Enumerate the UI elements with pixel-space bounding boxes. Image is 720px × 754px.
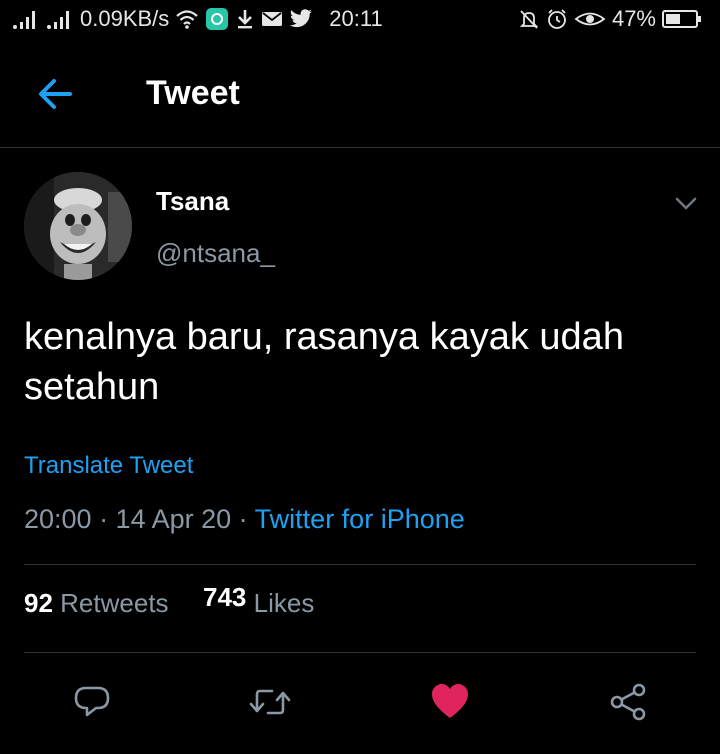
avatar[interactable] xyxy=(24,172,132,280)
alarm-icon xyxy=(546,8,568,30)
retweets-label: Retweets xyxy=(60,588,169,618)
tweet-timestamp: 20:00 · 14 Apr 20 · xyxy=(24,504,255,534)
author-name[interactable]: Tsana xyxy=(156,186,229,217)
likes-count: 743 xyxy=(203,582,247,612)
likes-stat[interactable]: 743 Likes xyxy=(203,582,314,618)
share-icon xyxy=(610,683,646,721)
retweet-icon xyxy=(249,689,291,715)
network-speed: 0.09KB/s xyxy=(80,6,170,31)
retweets-stat[interactable]: 92 Retweets xyxy=(24,588,169,618)
reply-icon xyxy=(74,686,110,717)
likes-label: Likes xyxy=(253,588,315,618)
wifi-icon xyxy=(175,8,199,30)
signal-icon xyxy=(12,8,40,30)
author-handle[interactable]: @ntsana_ xyxy=(156,238,275,269)
status-bar-left: 0.09KB/s 20:11 xyxy=(12,6,383,32)
avatar-image xyxy=(24,172,132,280)
tweet-stats: 92 Retweets 743 Likes xyxy=(24,582,314,619)
battery-percent: 47% xyxy=(611,6,656,31)
share-button[interactable] xyxy=(606,680,650,724)
arrow-left-icon xyxy=(39,79,72,109)
retweets-count: 92 xyxy=(24,588,53,618)
eye-icon xyxy=(574,8,606,30)
back-button[interactable] xyxy=(34,76,78,112)
mute-icon xyxy=(518,8,540,30)
like-icon xyxy=(432,684,468,718)
divider xyxy=(24,652,696,653)
download-icon xyxy=(235,8,255,30)
tweet-meta: 20:00 · 14 Apr 20 · Twitter for iPhone xyxy=(24,504,465,535)
mail-icon xyxy=(261,10,283,28)
twitter-icon xyxy=(289,9,313,29)
translate-tweet-link[interactable]: Translate Tweet xyxy=(24,452,193,480)
like-button[interactable] xyxy=(428,680,472,724)
signal-icon xyxy=(46,8,74,30)
reply-button[interactable] xyxy=(70,680,114,724)
status-bar-right: 47% xyxy=(518,6,702,32)
status-bar: 0.09KB/s 20:11 47% xyxy=(0,0,720,38)
app-icon xyxy=(205,7,229,31)
retweet-button[interactable] xyxy=(248,680,292,724)
tweet-source-link[interactable]: Twitter for iPhone xyxy=(255,504,465,534)
battery-icon xyxy=(662,9,702,29)
tweet-header: Tweet xyxy=(0,40,720,148)
tweet-text: kenalnya baru, rasanya kayak udah setahu… xyxy=(24,316,624,408)
more-options-button[interactable] xyxy=(672,192,700,214)
clock: 20:11 xyxy=(329,6,383,31)
divider xyxy=(24,564,696,565)
chevron-down-icon xyxy=(675,197,697,210)
page-title: Tweet xyxy=(146,74,240,112)
